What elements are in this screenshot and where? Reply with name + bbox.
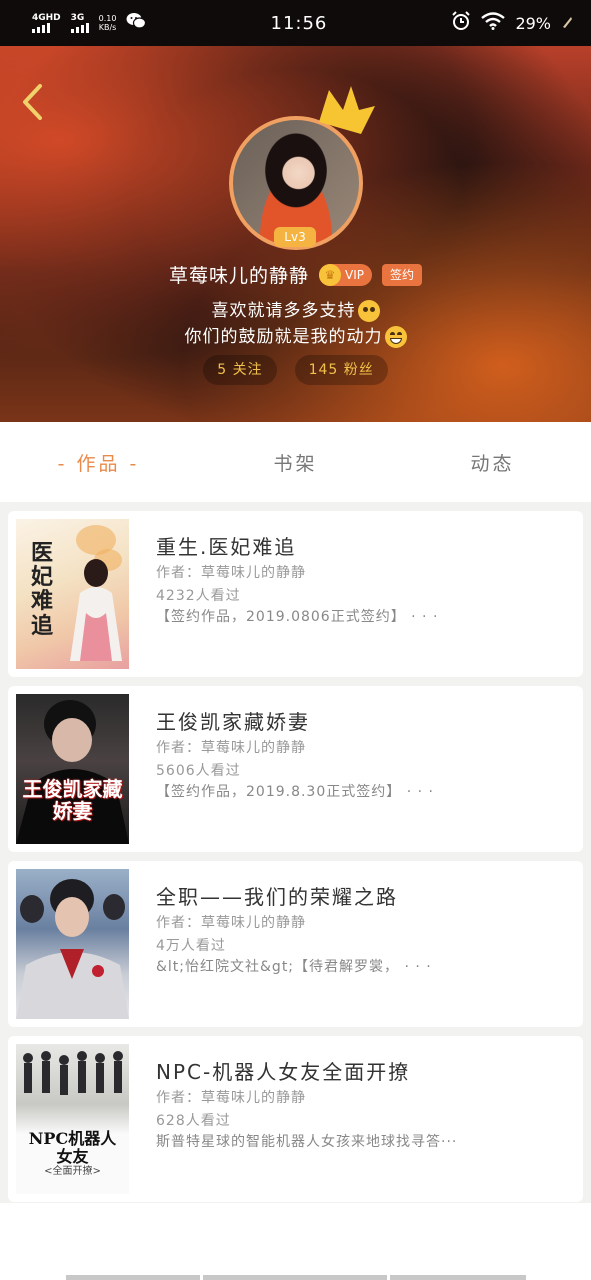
network-type-2: 3G: [70, 13, 85, 23]
profile-header: Lv3 草莓味儿的静静 ♛ VIP 签约 喜欢就请多多支持 你们的鼓励就是我的动…: [0, 46, 591, 422]
signed-badge: 签约: [381, 263, 422, 286]
battery-percent: 29%: [515, 13, 551, 33]
grinning-face-emoji-icon: [384, 326, 407, 348]
alarm-icon: [451, 11, 471, 35]
book-desc: 斯普特星球的智能机器人女孩来地球找寻答···: [156, 1134, 458, 1150]
followers-count[interactable]: 145 粉丝: [294, 355, 388, 385]
follow-stats: 5 关注 145 粉丝: [0, 355, 591, 385]
signal-1: 4GHD: [32, 13, 61, 33]
bio: 喜欢就请多多支持 你们的鼓励就是我的动力: [0, 298, 591, 350]
book-cover[interactable]: [16, 869, 129, 1019]
crown-coin-icon: ♛: [319, 263, 341, 286]
book-desc: 【签约作品，2019.8.30正式签约】 · · ·: [156, 784, 434, 800]
book-card[interactable]: 全职——我们的荣耀之路 作者：草莓味儿的静静 4万人看过 &lt;怡红院文社&g…: [8, 861, 583, 1027]
tab-bookshelf[interactable]: 书架: [197, 422, 394, 502]
name-row: 草莓味儿的静静 ♛ VIP 签约: [0, 261, 591, 288]
vip-label: VIP: [345, 267, 364, 282]
book-card[interactable]: 王俊凯家藏娇妻 王俊凯家藏娇妻 作者：草莓味儿的静静 5606人看过 【签约作品…: [8, 686, 583, 852]
tab-activity[interactable]: 动态: [394, 422, 591, 502]
gesture-bar[interactable]: [66, 1275, 526, 1280]
cover-title: NPC机器人女友: [28, 1129, 117, 1166]
book-info: 王俊凯家藏娇妻 作者：草莓味儿的静静 5606人看过 【签约作品，2019.8.…: [156, 706, 573, 803]
book-views: 5606人看过: [156, 763, 241, 779]
back-chevron-icon: [23, 84, 42, 120]
book-title[interactable]: 王俊凯家藏娇妻: [156, 706, 573, 735]
clock: 11:56: [270, 12, 328, 34]
book-author: 作者：草莓味儿的静静: [156, 740, 306, 756]
book-cover[interactable]: 王俊凯家藏娇妻: [16, 694, 129, 844]
cover-title: 医妃难追: [30, 540, 53, 639]
vip-badge[interactable]: ♛ VIP: [319, 263, 372, 286]
book-cover[interactable]: NPC机器人女友 <全面开撩>: [16, 1044, 129, 1194]
back-button[interactable]: [14, 82, 50, 122]
crown-icon: [319, 86, 375, 134]
speed-value: 0.10: [98, 14, 117, 23]
username: 草莓味儿的静静: [168, 265, 309, 287]
avatar-container[interactable]: Lv3: [229, 86, 375, 250]
cover-illustration: [23, 1051, 123, 1095]
book-card[interactable]: 医妃难追 重生.医妃难追 作者：草莓味儿的静静 4232人看过 【签约作品，20…: [8, 511, 583, 677]
bio-line-1: 喜欢就请多多支持: [0, 298, 591, 324]
book-views: 628人看过: [156, 1113, 231, 1129]
cover-illustration: [70, 559, 122, 661]
book-desc: 【签约作品，2019.0806正式签约】 · · ·: [156, 609, 439, 625]
dizzy-face-emoji-icon: [357, 300, 380, 322]
wechat-icon: [126, 12, 147, 34]
cover-title: 王俊凯家藏娇妻: [22, 777, 123, 823]
book-info: 全职——我们的荣耀之路 作者：草莓味儿的静静 4万人看过 &lt;怡红院文社&g…: [156, 881, 573, 978]
book-views: 4万人看过: [156, 938, 226, 954]
book-author: 作者：草莓味儿的静静: [156, 1090, 306, 1106]
status-right: 29%: [451, 11, 573, 35]
bio-line-2-text: 你们的鼓励就是我的动力: [184, 327, 383, 347]
tab-works[interactable]: - 作品 -: [0, 422, 197, 502]
cover-subtitle: <全面开撩>: [44, 1166, 101, 1177]
bio-line-1-text: 喜欢就请多多支持: [211, 301, 356, 321]
book-views: 4232人看过: [156, 588, 241, 604]
book-cover[interactable]: 医妃难追: [16, 519, 129, 669]
cover-illustration: [16, 879, 129, 1019]
bottom-area: [0, 1203, 591, 1280]
book-author: 作者：草莓味儿的静静: [156, 565, 306, 581]
level-badge: Lv3: [274, 227, 316, 247]
bio-line-2: 你们的鼓励就是我的动力: [0, 324, 591, 350]
battery-icon: [561, 13, 573, 33]
book-list: 医妃难追 重生.医妃难追 作者：草莓味儿的静静 4232人看过 【签约作品，20…: [8, 511, 583, 1211]
book-title[interactable]: 重生.医妃难追: [156, 531, 573, 560]
signal-bars-icon: [32, 23, 50, 33]
speed-unit: KB/s: [98, 23, 117, 32]
signal-bars-icon: [70, 23, 89, 33]
book-info: NPC-机器人女友全面开撩 作者：草莓味儿的静静 628人看过 斯普特星球的智能…: [156, 1056, 573, 1153]
network-speed: 0.10 KB/s: [99, 14, 117, 32]
profile-tabs: - 作品 - 书架 动态: [0, 422, 591, 502]
book-card[interactable]: NPC机器人女友 <全面开撩> NPC-机器人女友全面开撩 作者：草莓味儿的静静…: [8, 1036, 583, 1202]
status-bar: 4GHD 3G 0.10 KB/s 11:56 29%: [0, 0, 591, 46]
following-count[interactable]: 5 关注: [203, 355, 277, 385]
book-title[interactable]: 全职——我们的荣耀之路: [156, 881, 573, 910]
signal-2: 3G: [70, 13, 89, 33]
network-type-1: 4GHD: [32, 13, 61, 23]
book-info: 重生.医妃难追 作者：草莓味儿的静静 4232人看过 【签约作品，2019.08…: [156, 531, 573, 628]
wifi-icon: [481, 12, 506, 34]
status-left: 4GHD 3G 0.10 KB/s: [32, 12, 147, 34]
book-title[interactable]: NPC-机器人女友全面开撩: [156, 1056, 573, 1085]
book-desc: &lt;怡红院文社&gt;【待君解罗裳， · · ·: [156, 959, 432, 975]
book-author: 作者：草莓味儿的静静: [156, 915, 306, 931]
